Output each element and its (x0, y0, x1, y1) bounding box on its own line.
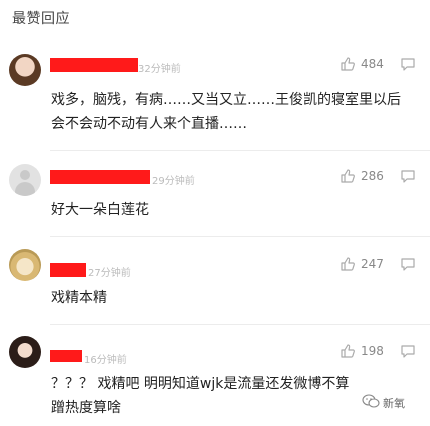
divider (50, 150, 430, 151)
comment-text: 好大一朵白莲花 (51, 202, 149, 218)
like-count: 484 (361, 57, 384, 71)
thumbs-up-icon (340, 56, 356, 72)
avatar[interactable] (9, 249, 41, 281)
divider (50, 236, 430, 237)
comment-time: 32分钟前 (138, 64, 181, 75)
thumbs-up-icon (340, 343, 356, 359)
section-title: 最赞回应 (12, 11, 70, 27)
reply-icon[interactable] (400, 57, 416, 76)
username-redacted (50, 170, 150, 184)
comment-time: 29分钟前 (152, 176, 195, 187)
comment-text: 戏精本精 (51, 290, 107, 306)
like-button[interactable]: 198 (340, 343, 384, 359)
avatar[interactable] (9, 54, 41, 86)
username-redacted (50, 58, 138, 72)
thumbs-up-icon (340, 256, 356, 272)
watermark-label: 新氧 (383, 397, 405, 410)
comment-time: 27分钟前 (88, 268, 131, 279)
like-count: 247 (361, 257, 384, 271)
reply-icon[interactable] (400, 169, 416, 188)
thumbs-up-icon (340, 168, 356, 184)
like-button[interactable]: 286 (340, 168, 384, 184)
wechat-icon (362, 394, 380, 412)
username-redacted (50, 263, 86, 277)
divider (50, 324, 430, 325)
username-redacted (50, 350, 82, 362)
reply-icon[interactable] (400, 257, 416, 276)
comment-text: 戏多，脑残，有病……又当又立……王俊凯的寝室里以后会不会动不动有人来个直播…… (51, 92, 401, 132)
avatar[interactable] (9, 336, 41, 368)
like-count: 198 (361, 344, 384, 358)
watermark: 新氧 (362, 394, 405, 412)
reply-icon[interactable] (400, 344, 416, 363)
like-button[interactable]: 484 (340, 56, 384, 72)
like-button[interactable]: 247 (340, 256, 384, 272)
comment-text: ？？？ 戏精吧 明明知道wjk是流量还发微博不算蹭热度算啥 (51, 376, 350, 416)
comment-time: 16分钟前 (84, 355, 127, 366)
like-count: 286 (361, 169, 384, 183)
avatar[interactable] (9, 164, 41, 196)
